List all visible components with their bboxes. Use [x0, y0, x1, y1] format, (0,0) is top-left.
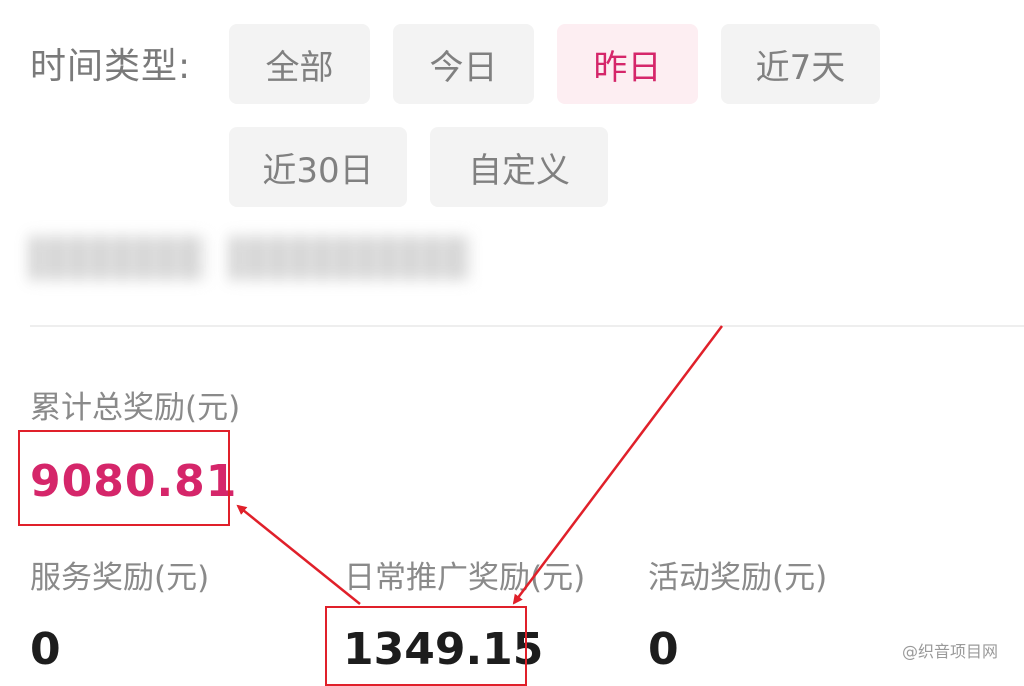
blurred-info-text [30, 236, 480, 280]
service-reward-label: 服务奖励(元) [30, 560, 210, 596]
watermark: @织音项目网 [901, 642, 998, 661]
daily-highlight-box [325, 606, 527, 686]
chip-custom[interactable]: 自定义 [430, 127, 608, 207]
chip-last-30-days[interactable]: 近30日 [229, 127, 407, 207]
activity-reward-value: 0 [648, 624, 679, 675]
total-reward-label: 累计总奖励(元) [30, 390, 241, 426]
activity-reward-label: 活动奖励(元) [648, 560, 828, 596]
chip-yesterday[interactable]: 昨日 [557, 24, 698, 104]
total-highlight-box [18, 430, 230, 526]
chip-all[interactable]: 全部 [229, 24, 370, 104]
chip-today[interactable]: 今日 [393, 24, 534, 104]
service-reward-value: 0 [30, 624, 61, 675]
time-type-label: 时间类型: [30, 46, 192, 87]
daily-promo-reward-label: 日常推广奖励(元) [344, 560, 586, 596]
arrow-to-total [236, 504, 361, 605]
reward-page: 时间类型: 全部 今日 昨日 近7天 近30日 自定义 累计总奖励(元) 908… [0, 0, 1024, 686]
section-divider [30, 325, 1024, 327]
chip-last-7-days[interactable]: 近7天 [721, 24, 880, 104]
